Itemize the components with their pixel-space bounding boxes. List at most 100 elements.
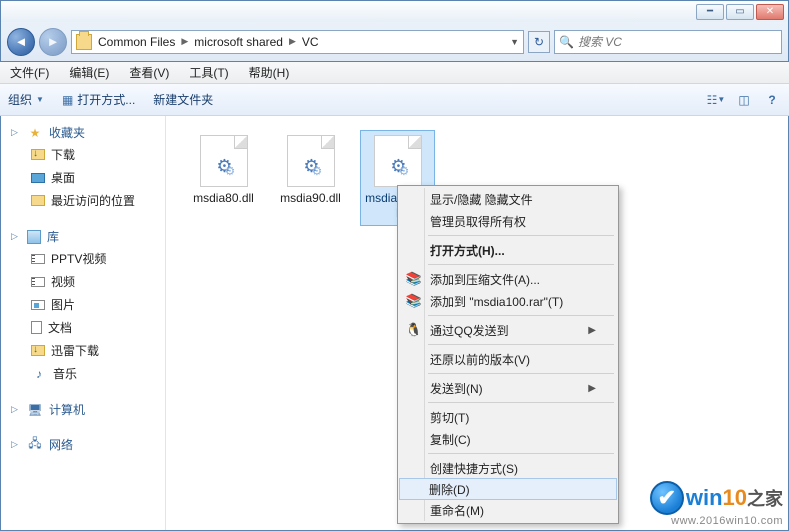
sidebar-favorites[interactable]: ▷ ★ 收藏夹 — [11, 122, 165, 143]
open-with-button[interactable]: ▦ 打开方式... — [62, 91, 135, 108]
sidebar-item-pptv[interactable]: PPTV视频 — [11, 247, 165, 270]
submenu-arrow-icon: ▶ — [588, 383, 596, 394]
sidebar-item-xunlei[interactable]: 迅雷下载 — [11, 339, 165, 362]
context-menu-label: 创建快捷方式(S) — [430, 460, 518, 477]
downloads-icon — [31, 149, 45, 160]
menu-tools[interactable]: 工具(T) — [185, 62, 232, 83]
folder-icon — [76, 34, 92, 50]
address-bar[interactable]: Common Files ▶ microsoft shared ▶ VC ▼ — [71, 30, 524, 54]
context-menu-shortcut[interactable]: 创建快捷方式(S) — [400, 457, 616, 479]
view-options-button[interactable]: ☷ ▼ — [707, 91, 725, 109]
collapse-icon: ▷ — [11, 127, 21, 138]
context-menu-addrarname[interactable]: 📚 添加到 "msdia100.rar"(T) — [400, 290, 616, 312]
watermark-badge-icon: ✔ — [650, 481, 684, 515]
file-name: msdia90.dll — [278, 191, 343, 206]
sidebar-computer[interactable]: ▷ 🖥 计算机 — [11, 399, 165, 420]
network-icon: 🖧 — [27, 437, 43, 453]
sidebar-network[interactable]: ▷ 🖧 网络 — [11, 434, 165, 455]
maximize-button[interactable]: ▭ — [726, 4, 754, 20]
star-icon: ★ — [27, 125, 43, 141]
help-button[interactable]: ? — [763, 91, 781, 109]
sidebar-label: 库 — [47, 228, 59, 245]
picture-icon — [31, 300, 45, 310]
watermark-url: www.2016win10.com — [671, 515, 783, 527]
desktop-icon — [31, 173, 45, 183]
chevron-down-icon: ▼ — [717, 95, 725, 104]
computer-icon: 🖥 — [27, 402, 43, 418]
file-item[interactable]: msdia90.dll — [273, 130, 348, 226]
watermark: ✔ win10之家 www.2016win10.com — [650, 481, 783, 527]
organize-button[interactable]: 组织 ▼ — [8, 91, 44, 108]
context-menu-separator — [428, 264, 614, 265]
context-menu-label: 管理员取得所有权 — [430, 213, 526, 230]
sidebar-libraries[interactable]: ▷ 库 — [11, 226, 165, 247]
context-menu-rename[interactable]: 重命名(M) — [400, 499, 616, 521]
breadcrumb-item[interactable]: VC — [302, 35, 319, 49]
sidebar-label: 计算机 — [49, 401, 85, 418]
context-menu-separator — [428, 373, 614, 374]
sidebar-item-downloads[interactable]: 下载 — [11, 143, 165, 166]
sidebar-item-recent[interactable]: 最近访问的位置 — [11, 189, 165, 212]
menu-file[interactable]: 文件(F) — [6, 62, 53, 83]
sidebar-item-desktop[interactable]: 桌面 — [11, 166, 165, 189]
preview-pane-button[interactable]: ◫ — [735, 91, 753, 109]
chevron-right-icon[interactable]: ▶ — [181, 36, 188, 47]
file-item[interactable]: msdia80.dll — [186, 130, 261, 226]
document-icon — [31, 321, 42, 334]
context-menu-label: 还原以前的版本(V) — [430, 351, 530, 368]
new-folder-button[interactable]: 新建文件夹 — [153, 91, 213, 108]
breadcrumb-item[interactable]: Common Files — [98, 35, 175, 49]
sidebar-item-videos[interactable]: 视频 — [11, 270, 165, 293]
context-menu-qqsend[interactable]: 🐧通过QQ发送到▶ — [400, 319, 616, 341]
context-menu-openwith[interactable]: 打开方式(H)... — [400, 239, 616, 261]
rar-icon: 📚 — [406, 271, 422, 287]
explorer-body: ▷ ★ 收藏夹 下载 桌面 最近访问的位置 ▷ 库 PPTV视频 视频 图片 文… — [0, 116, 789, 531]
search-icon: 🔍 — [559, 35, 574, 49]
search-input[interactable] — [578, 35, 777, 49]
context-menu-label: 添加到压缩文件(A)... — [430, 271, 540, 288]
context-menu-label: 剪切(T) — [430, 409, 469, 426]
menu-bar: 文件(F) 编辑(E) 查看(V) 工具(T) 帮助(H) — [0, 62, 789, 84]
file-name: msdia80.dll — [191, 191, 256, 206]
sidebar-item-music[interactable]: ♪音乐 — [11, 362, 165, 385]
address-dropdown-icon[interactable]: ▼ — [510, 37, 519, 47]
close-button[interactable]: ✕ — [756, 4, 784, 20]
chevron-right-icon[interactable]: ▶ — [289, 36, 296, 47]
dll-icon — [200, 135, 248, 187]
context-menu-delete[interactable]: 删除(D) — [399, 478, 617, 500]
organize-label: 组织 — [8, 91, 32, 108]
rar-icon: 📚 — [406, 293, 422, 309]
collapse-icon: ▷ — [11, 439, 21, 450]
refresh-button[interactable]: ↻ — [528, 31, 550, 53]
library-icon — [27, 230, 41, 244]
minimize-button[interactable]: ━ — [696, 4, 724, 20]
menu-help[interactable]: 帮助(H) — [245, 62, 294, 83]
sidebar-item-documents[interactable]: 文档 — [11, 316, 165, 339]
toolbar: 组织 ▼ ▦ 打开方式... 新建文件夹 ☷ ▼ ◫ ? — [0, 84, 789, 116]
context-menu-restore[interactable]: 还原以前的版本(V) — [400, 348, 616, 370]
back-button[interactable]: ◄ — [7, 28, 35, 56]
context-menu-showhide[interactable]: 显示/隐藏 隐藏文件 — [400, 188, 616, 210]
context-menu-label: 添加到 "msdia100.rar"(T) — [430, 293, 563, 310]
context-menu-sendto[interactable]: 发送到(N)▶ — [400, 377, 616, 399]
app-icon: ▦ — [62, 93, 73, 107]
dll-icon — [374, 135, 422, 187]
search-box[interactable]: 🔍 — [554, 30, 782, 54]
dll-icon — [287, 135, 335, 187]
video-icon — [31, 277, 45, 287]
sidebar-item-pictures[interactable]: 图片 — [11, 293, 165, 316]
context-menu-cut[interactable]: 剪切(T) — [400, 406, 616, 428]
collapse-icon: ▷ — [11, 404, 21, 415]
context-menu-label: 复制(C) — [430, 431, 471, 448]
menu-view[interactable]: 查看(V) — [125, 62, 173, 83]
context-menu-addrar[interactable]: 📚 添加到压缩文件(A)... — [400, 268, 616, 290]
downloads-icon — [31, 345, 45, 356]
menu-edit[interactable]: 编辑(E) — [65, 62, 113, 83]
forward-button[interactable]: ► — [39, 28, 67, 56]
music-icon: ♪ — [31, 366, 47, 382]
breadcrumb-item[interactable]: microsoft shared — [194, 35, 283, 49]
context-menu-takeown[interactable]: 管理员取得所有权 — [400, 210, 616, 232]
context-menu-label: 删除(D) — [429, 481, 470, 498]
context-menu-copy[interactable]: 复制(C) — [400, 428, 616, 450]
qq-icon: 🐧 — [406, 322, 422, 338]
